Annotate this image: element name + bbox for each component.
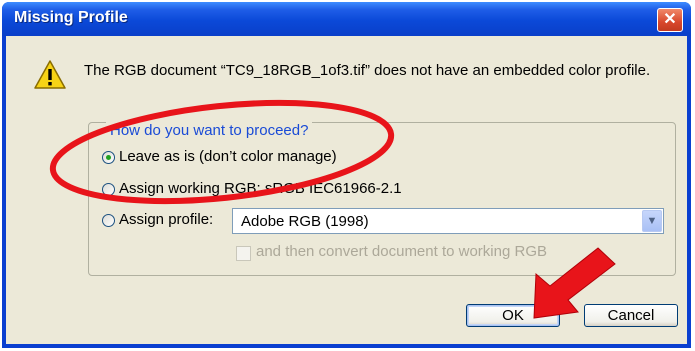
red-arrow-icon — [533, 247, 616, 319]
annotation-overlay — [49, 99, 616, 319]
red-highlight-ellipse — [49, 99, 395, 205]
